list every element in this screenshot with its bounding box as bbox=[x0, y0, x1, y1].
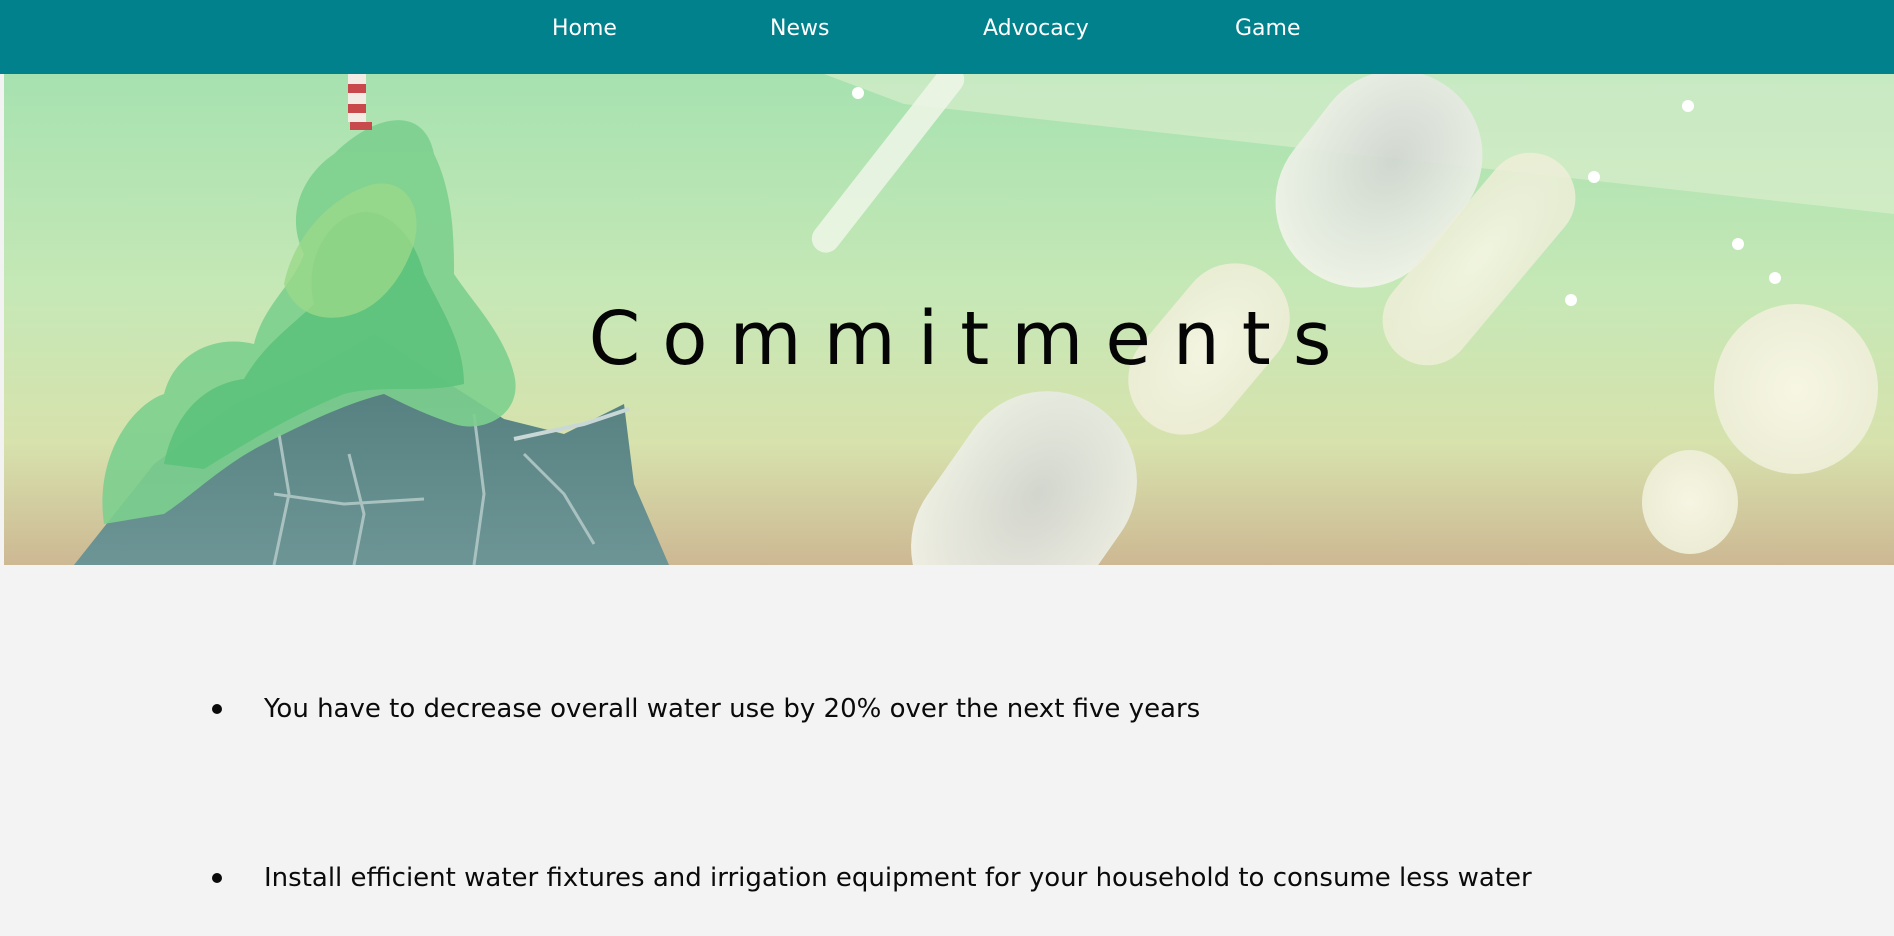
commitment-text: You have to decrease overall water use b… bbox=[264, 694, 1201, 724]
page-title: Commitments bbox=[588, 295, 1354, 382]
nav-home-link[interactable]: Home bbox=[552, 14, 617, 44]
top-navbar: Home News Advocacy Game bbox=[0, 0, 1894, 74]
commitment-text: Install efficient water fixtures and irr… bbox=[264, 863, 1532, 893]
bullet-icon bbox=[212, 873, 222, 883]
nav-news-link[interactable]: News bbox=[770, 14, 829, 44]
bullet-icon bbox=[212, 704, 222, 714]
nav-advocacy-link[interactable]: Advocacy bbox=[983, 14, 1089, 44]
nav-game-link[interactable]: Game bbox=[1235, 14, 1301, 44]
commitments-list: You have to decrease overall water use b… bbox=[0, 565, 1894, 936]
hero-banner: Commitments bbox=[4, 74, 1894, 565]
